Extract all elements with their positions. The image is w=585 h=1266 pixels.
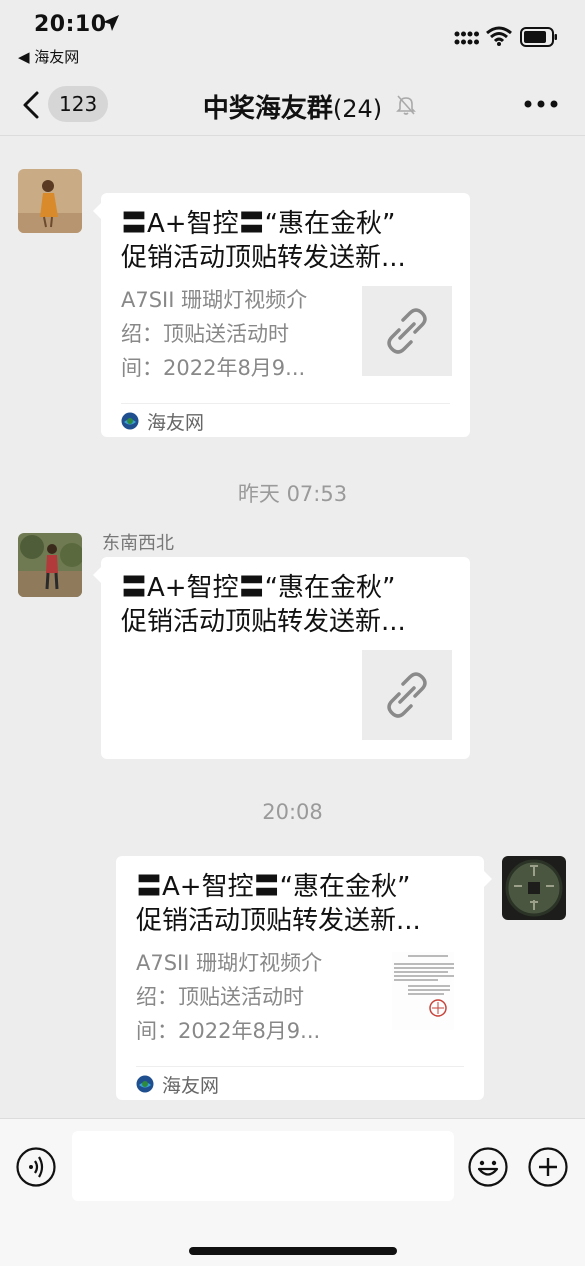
avatar[interactable]	[18, 533, 82, 597]
input-bar	[0, 1118, 585, 1266]
link-card[interactable]: 〓A+智控〓“惠在金秋” 促销活动顶贴转发送新... A7SII 珊瑚灯视频介 …	[101, 193, 470, 437]
document-thumbnail-image	[392, 952, 454, 1030]
card-title: 〓A+智控〓“惠在金秋” 促销活动顶贴转发送新...	[121, 573, 406, 637]
link-thumbnail	[362, 286, 452, 376]
timestamp: 20:08	[262, 800, 323, 824]
bubble-tail	[93, 203, 101, 219]
card-title: 〓A+智控〓“惠在金秋” 促销活动顶贴转发送新...	[136, 872, 421, 936]
source-name: 海友网	[162, 1075, 220, 1097]
bubble-tail	[484, 871, 492, 887]
card-description: A7SII 珊瑚灯视频介 绍：顶贴送活动时 间：2022年8月9...	[136, 951, 323, 1043]
mute-bell-icon	[396, 95, 416, 115]
source-logo-icon	[136, 1075, 154, 1093]
location-arrow-icon	[103, 15, 119, 31]
message-input[interactable]	[72, 1131, 454, 1201]
back-to-app-link[interactable]: ◀ 海友网	[18, 46, 79, 67]
card-title: 〓A+智控〓“惠在金秋” 促销活动顶贴转发送新...	[121, 209, 406, 273]
card-description: A7SII 珊瑚灯视频介 绍：顶贴送活动时 间：2022年8月9...	[121, 288, 308, 380]
sender-name: 东南西北	[102, 533, 174, 554]
source-logo-icon	[121, 412, 139, 430]
status-bar: 20:10 ◀ 海友网	[0, 0, 585, 72]
link-icon	[387, 308, 427, 354]
emoji-icon[interactable]	[468, 1147, 508, 1187]
card-footer: 海友网	[121, 403, 450, 437]
member-count: (24)	[332, 95, 383, 123]
link-card[interactable]: 〓A+智控〓“惠在金秋” 促销活动顶贴转发送新... A7SII 珊瑚灯视频介 …	[116, 856, 484, 1100]
link-thumbnail	[378, 944, 468, 1034]
avatar[interactable]	[502, 856, 566, 920]
group-name: 中奖海友群	[202, 94, 333, 124]
avatar[interactable]	[18, 169, 82, 233]
signal-icon	[454, 31, 479, 45]
wifi-icon	[486, 26, 512, 46]
status-time: 20:10	[34, 12, 107, 37]
plus-icon[interactable]	[528, 1147, 568, 1187]
voice-icon[interactable]	[16, 1147, 56, 1187]
bubble-tail	[93, 567, 101, 583]
link-thumbnail	[362, 650, 452, 740]
home-indicator	[189, 1247, 397, 1255]
chat-nav-bar: 123 中奖海友群(24)	[0, 72, 585, 136]
chat-title: 中奖海友群(24)	[0, 88, 585, 125]
card-footer: 海友网	[136, 1066, 464, 1100]
timestamp: 昨天 07:53	[237, 482, 348, 506]
link-card[interactable]: 〓A+智控〓“惠在金秋” 促销活动顶贴转发送新...	[101, 557, 470, 759]
battery-icon	[520, 27, 557, 47]
link-icon	[387, 672, 427, 718]
more-icon[interactable]	[524, 100, 558, 108]
source-name: 海友网	[147, 412, 205, 434]
